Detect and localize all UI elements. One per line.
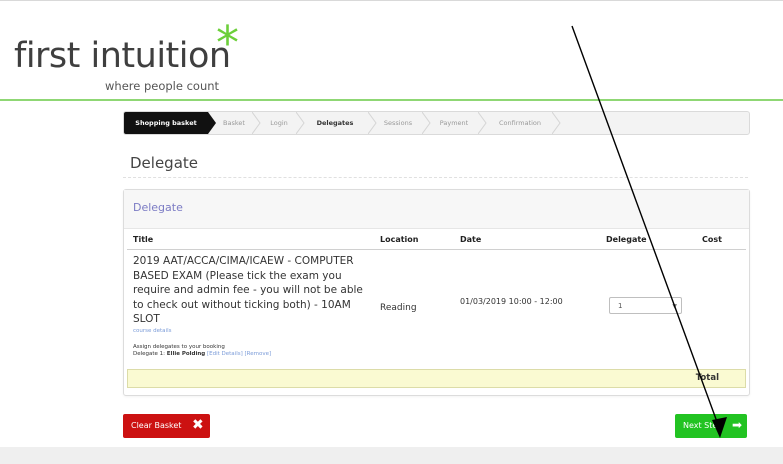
page-title: Delegate — [130, 154, 198, 172]
table-header-divider — [127, 249, 746, 250]
logo-star-icon: * — [216, 16, 239, 70]
total-row: Total — [127, 369, 746, 388]
close-icon: ✖ — [192, 417, 204, 433]
course-title: 2019 AAT/ACCA/CIMA/ICAEW - COMPUTER BASE… — [133, 255, 363, 325]
step-separator — [296, 112, 305, 134]
assign-delegates-text: Assign delegates to your booking — [133, 344, 225, 350]
footer-bar — [0, 447, 783, 464]
step-basket[interactable]: Basket — [218, 112, 250, 134]
step-separator — [422, 112, 431, 134]
column-header-delegate: Delegate — [606, 235, 647, 244]
edit-details-link[interactable]: [Edit Details] — [207, 351, 243, 357]
logo-tagline: where people count — [105, 79, 220, 93]
column-header-cost: Cost — [702, 235, 722, 244]
column-header-location: Location — [380, 235, 419, 244]
logo: first intuition * where people count — [14, 16, 264, 93]
arrow-right-icon: ➡ — [731, 418, 742, 432]
step-separator — [552, 112, 561, 134]
step-separator — [252, 112, 261, 134]
chevron-down-icon: ▼ — [672, 303, 677, 310]
delegate-quantity-select[interactable]: 1 ▼ — [609, 297, 682, 314]
step-delegates[interactable]: Delegates — [308, 112, 362, 134]
next-step-button[interactable]: Next Step ➡ — [675, 414, 747, 438]
delegate-panel: Delegate Title Location Date Delegate Co… — [123, 189, 750, 396]
next-step-label: Next Step — [683, 421, 723, 430]
column-header-date: Date — [460, 235, 482, 244]
step-confirmation[interactable]: Confirmation — [490, 112, 550, 134]
column-header-title: Title — [133, 235, 154, 244]
delegate-entry: Delegate 1: Ellie Polding [Edit Details]… — [133, 351, 271, 357]
course-details-link[interactable]: course details — [133, 328, 171, 334]
course-date: 01/03/2019 10:00 - 12:00 — [460, 297, 563, 306]
course-location: Reading — [380, 303, 417, 313]
step-separator — [478, 112, 487, 134]
clear-basket-label: Clear Basket — [131, 421, 182, 430]
step-shopping-basket: Shopping basket — [124, 112, 208, 134]
checkout-steps: Shopping basket Basket Login Delegates S… — [123, 111, 750, 135]
clear-basket-button[interactable]: Clear Basket ✖ — [123, 414, 210, 438]
logo-brand: first intuition — [14, 36, 231, 76]
step-sessions[interactable]: Sessions — [378, 112, 418, 134]
step-login[interactable]: Login — [264, 112, 294, 134]
delegate-name: Ellie Polding — [166, 351, 206, 357]
panel-title: Delegate — [133, 201, 183, 214]
top-border — [0, 0, 783, 1]
panel-header: Delegate — [124, 190, 749, 229]
header-divider — [0, 99, 783, 101]
title-divider — [123, 177, 748, 178]
remove-link[interactable]: [Remove] — [245, 351, 272, 357]
total-label: Total — [695, 373, 719, 383]
delegate-prefix: Delegate 1: — [133, 351, 166, 357]
step-payment[interactable]: Payment — [434, 112, 474, 134]
delegate-quantity-value: 1 — [618, 302, 623, 310]
